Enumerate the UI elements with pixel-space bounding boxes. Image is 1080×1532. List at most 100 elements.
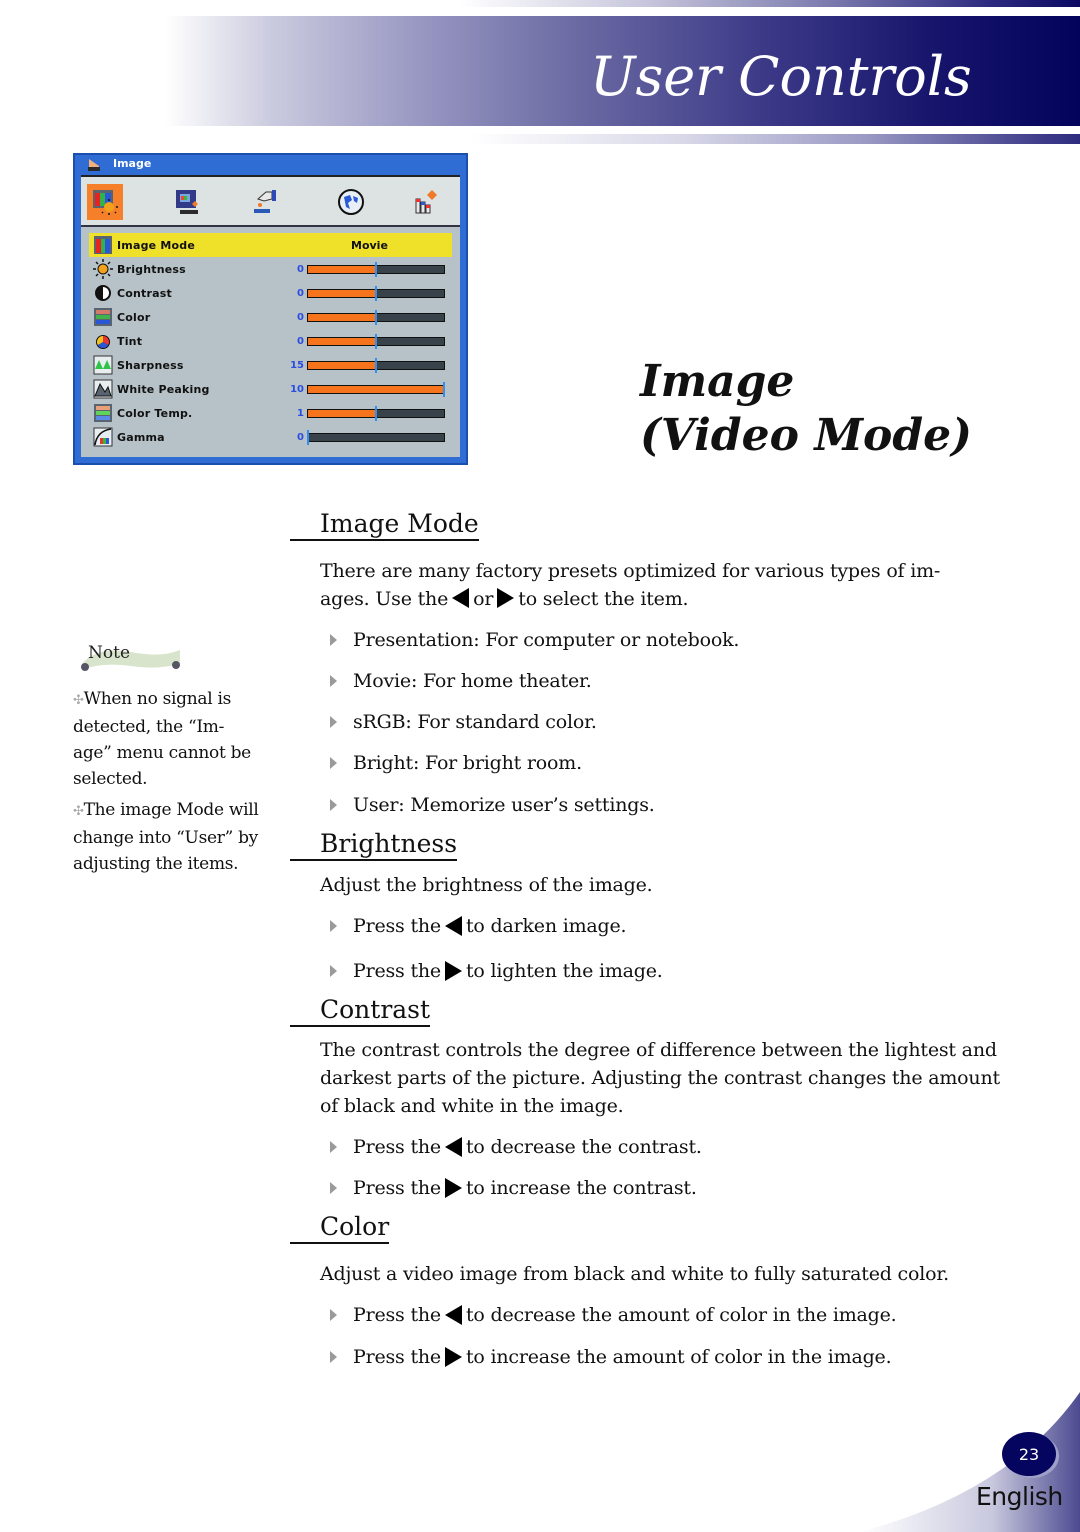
- osd-row-sharpness[interactable]: Sharpness 15: [89, 353, 452, 377]
- tab-screen[interactable]: [169, 184, 205, 220]
- contrast-icon: [95, 285, 111, 301]
- osd-row-label: White Peaking: [117, 382, 210, 396]
- list-item: Bright: For bright room.: [330, 749, 582, 777]
- contrast-description: The contrast controls the degree of diff…: [320, 1039, 1000, 1117]
- white-peaking-slider[interactable]: [307, 381, 445, 397]
- list-item: User: Memorize user’s settings.: [330, 791, 655, 819]
- slider-knob[interactable]: [375, 357, 377, 373]
- osd-title: Image: [113, 157, 152, 170]
- osd-row-white-peaking[interactable]: White Peaking 10: [89, 377, 452, 401]
- bullet-text: User: Memorize user’s settings.: [353, 794, 655, 816]
- section-title-line2: (Video Mode): [640, 410, 972, 461]
- osd-row-gamma[interactable]: Gamma 0: [89, 425, 452, 449]
- bullet-arrow-icon: [330, 965, 337, 977]
- image-settings-icon: [93, 190, 118, 215]
- gamma-slider[interactable]: [307, 429, 445, 445]
- left-arrow-icon: [444, 1305, 462, 1325]
- list-item: Press the to decrease the amount of color…: [330, 1301, 897, 1329]
- heading-brightness: Brightness: [290, 829, 458, 861]
- slider-knob[interactable]: [375, 309, 377, 325]
- bullet-text: Press the: [353, 1136, 441, 1158]
- para-text: to select the item.: [518, 588, 689, 610]
- brightness-value: 0: [297, 263, 304, 275]
- color-temp-slider[interactable]: [307, 405, 445, 421]
- slider-knob[interactable]: [375, 333, 377, 349]
- image-mode-description: There are many factory presets optimized…: [320, 557, 1020, 613]
- slider-knob[interactable]: [375, 405, 377, 421]
- bullet-text: Press the: [353, 1346, 441, 1368]
- slider-knob[interactable]: [375, 261, 377, 277]
- bullet-text: Movie: For home theater.: [353, 670, 592, 692]
- bullet-arrow-icon: [330, 1182, 337, 1194]
- header-bottom-stripe: [470, 134, 1080, 144]
- screen-icon: [176, 190, 198, 214]
- image-mode-icon: [94, 236, 112, 254]
- note-banner: Note: [81, 643, 180, 671]
- slider-knob[interactable]: [307, 429, 309, 445]
- globe-icon: [338, 189, 364, 215]
- osd-row-contrast[interactable]: Contrast 0: [89, 281, 452, 305]
- bullet-arrow-icon: [330, 716, 337, 728]
- osd-titlebar: Image: [75, 155, 466, 175]
- list-item: sRGB: For standard color.: [330, 708, 597, 736]
- bullet-text: Presentation: For computer or notebook.: [353, 629, 740, 651]
- brightness-slider[interactable]: [307, 261, 445, 277]
- tab-language[interactable]: [333, 184, 369, 220]
- header-top-stripe: [460, 0, 1080, 7]
- note-line: detected, the “Im-: [73, 717, 225, 737]
- bullet-arrow-icon: [330, 920, 337, 932]
- gamma-icon: [93, 427, 113, 447]
- osd-row-color[interactable]: Color 0: [89, 305, 452, 329]
- sharpness-slider[interactable]: [307, 357, 445, 373]
- slider-knob[interactable]: [443, 381, 445, 397]
- tab-setting[interactable]: [247, 184, 283, 220]
- list-item: Press the to increase the contrast.: [330, 1174, 697, 1202]
- note-bullet-icon: ✣: [73, 804, 84, 819]
- brightness-description: Adjust the brightness of the image.: [320, 874, 653, 896]
- bullet-text: Press the: [353, 1177, 441, 1199]
- note-line: The image Mode will: [83, 800, 259, 820]
- osd-row-brightness[interactable]: Brightness 0: [89, 257, 452, 281]
- white-peaking-icon: [93, 379, 113, 399]
- bullet-text: to decrease the amount of color in the i…: [465, 1304, 897, 1326]
- color-value: 0: [297, 311, 304, 323]
- tab-options[interactable]: [407, 184, 443, 220]
- left-arrow-icon: [444, 1137, 462, 1157]
- color-slider[interactable]: [307, 309, 445, 325]
- bullet-text: Bright: For bright room.: [353, 752, 582, 774]
- osd-row-tint[interactable]: Tint 0: [89, 329, 452, 353]
- osd-row-label: Gamma: [117, 430, 165, 444]
- brightness-icon: [93, 259, 113, 279]
- right-arrow-icon: [444, 961, 462, 981]
- bullet-arrow-icon: [330, 1351, 337, 1363]
- note-line: age” menu cannot be: [73, 743, 251, 763]
- tint-slider[interactable]: [307, 333, 445, 349]
- para-line: There are many factory presets optimized…: [320, 560, 941, 582]
- list-item: Presentation: For computer or notebook.: [330, 626, 739, 654]
- osd-row-image-mode[interactable]: Image Mode Movie: [89, 233, 452, 257]
- tab-image[interactable]: [87, 184, 123, 220]
- bullet-arrow-icon: [330, 757, 337, 769]
- gamma-value: 0: [297, 431, 304, 443]
- osd-row-label: Image Mode: [117, 238, 195, 252]
- chapter-title: User Controls: [590, 45, 972, 108]
- section-title-line1: Image: [640, 356, 795, 407]
- bullet-arrow-icon: [330, 1141, 337, 1153]
- slider-knob[interactable]: [375, 285, 377, 301]
- list-item: Press the to darken image.: [330, 912, 627, 940]
- white-peaking-value: 10: [290, 383, 304, 395]
- list-item: Movie: For home theater.: [330, 667, 592, 695]
- bullet-arrow-icon: [330, 799, 337, 811]
- bullet-text: to lighten the image.: [465, 960, 663, 982]
- options-chart-icon: [415, 190, 437, 214]
- osd-panel: Image Mode Movie Brightness 0 Contrast 0…: [81, 175, 460, 457]
- osd-row-label: Color Temp.: [117, 406, 193, 420]
- note-item: ✣The image Mode will change into “User” …: [73, 797, 291, 877]
- left-arrow-icon: [452, 588, 470, 608]
- note-item: ✣When no signal is detected, the “Im- ag…: [73, 686, 291, 792]
- bullet-arrow-icon: [330, 1309, 337, 1321]
- osd-tab-bar: [81, 177, 460, 227]
- contrast-slider[interactable]: [307, 285, 445, 301]
- para-text: ages. Use the: [320, 588, 449, 610]
- osd-row-color-temp[interactable]: Color Temp. 1: [89, 401, 452, 425]
